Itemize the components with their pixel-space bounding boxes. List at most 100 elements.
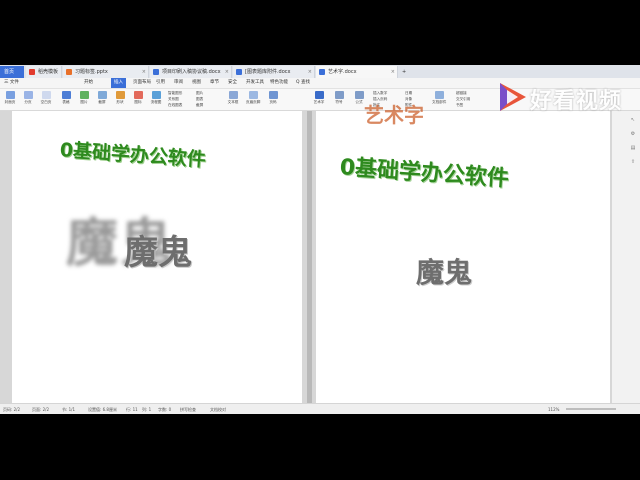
- ribbon-label: 表格: [62, 100, 70, 104]
- tab-doc-2[interactable]: [图表题库附件.docx ×: [233, 66, 315, 78]
- bookmark-icon[interactable]: ▤: [630, 145, 636, 151]
- ribbon-textbox-button[interactable]: 文本框: [226, 91, 240, 108]
- right-clipped-header: 艺术字: [364, 103, 424, 127]
- new-tab-button[interactable]: +: [400, 66, 410, 78]
- menu-home[interactable]: 开始: [84, 78, 93, 88]
- left-document-page[interactable]: 0基础学办公软件 魔鬼 魔鬼: [12, 111, 302, 403]
- ribbon-flowchart-button[interactable]: 流程图: [149, 91, 163, 108]
- ribbon-smartart[interactable]: 智能图形: [168, 91, 182, 96]
- ribbon-picture-small[interactable]: 图片: [196, 91, 203, 96]
- ribbon-screenshot-button[interactable]: 截屏: [95, 91, 109, 108]
- left-wordart-word[interactable]: 魔鬼: [124, 225, 192, 274]
- ribbon-wordart-button[interactable]: 艺术字: [312, 91, 326, 108]
- ribbon-symbol-button[interactable]: 符号: [332, 91, 346, 108]
- menu-search[interactable]: Q 查找: [296, 78, 310, 88]
- ribbon-icon-button[interactable]: 图标: [131, 91, 145, 108]
- ribbon-label: 文档部件: [432, 100, 447, 104]
- close-icon[interactable]: ×: [391, 66, 395, 78]
- ribbon-label: 封面页: [4, 100, 16, 104]
- ribbon-table-button[interactable]: 表格: [59, 91, 73, 108]
- formula-icon: [354, 91, 364, 99]
- tab-label: 习题标签.pptx: [75, 69, 108, 75]
- right-wordart-title[interactable]: 0基础学办公软件: [339, 149, 510, 193]
- ribbon-label: 分页: [24, 100, 32, 104]
- ribbon-label: 页码: [269, 100, 277, 104]
- right-wordart-word[interactable]: 魔鬼: [416, 251, 472, 291]
- ribbon-label: 符号: [335, 100, 343, 104]
- menu-references[interactable]: 引用: [156, 78, 165, 88]
- ribbon-doc-parts-button[interactable]: 文档部件: [432, 91, 446, 108]
- menu-page-layout[interactable]: 页面布局: [133, 78, 151, 88]
- ribbon-page-number-button[interactable]: 页码: [266, 91, 280, 108]
- menu-review[interactable]: 审阅: [174, 78, 183, 88]
- symbol-icon: [334, 91, 344, 99]
- ribbon-blank-page-button[interactable]: 空白页: [39, 91, 53, 108]
- page-break-icon: [23, 91, 33, 99]
- ribbon-header-footer-button[interactable]: 页眉页脚: [246, 91, 260, 108]
- menu-file[interactable]: 三 文件: [4, 78, 19, 88]
- ribbon-picture-button[interactable]: 图片: [77, 91, 91, 108]
- tab-doc-1[interactable]: 项目印刷入稿协议稿.docx ×: [150, 66, 232, 78]
- tab-home-label: 首页: [4, 69, 15, 75]
- close-icon[interactable]: ×: [225, 66, 229, 78]
- zoom-slider[interactable]: [566, 408, 616, 410]
- tab-ppt[interactable]: 习题标签.pptx ×: [63, 66, 149, 78]
- doc-icon: [319, 69, 325, 75]
- share-icon[interactable]: ⇪: [630, 159, 636, 165]
- spell-check-toggle[interactable]: 拼写检查: [180, 404, 196, 414]
- blank-page-icon: [41, 91, 51, 99]
- tab-strip: 首页 稻壳模板 习题标签.pptx × 项目印刷入稿协议稿.docx × [图表题库…: [0, 65, 640, 78]
- doc-icon: [236, 69, 242, 75]
- ribbon-page-break-button[interactable]: 分页: [21, 91, 35, 108]
- close-icon[interactable]: ×: [142, 66, 146, 78]
- ribbon-date[interactable]: 日期: [405, 91, 412, 96]
- screenshot-icon: [97, 91, 107, 99]
- wps-writer-window: 首页 稻壳模板 习题标签.pptx × 项目印刷入稿协议稿.docx × [图表题库…: [0, 65, 640, 414]
- ribbon-insert-number[interactable]: 插入数字: [373, 91, 387, 96]
- zoom-level[interactable]: 112%: [548, 404, 559, 414]
- right-document-page[interactable]: 艺术字 0基础学办公软件 魔鬼: [316, 103, 610, 403]
- doc-icon: [153, 69, 159, 75]
- ribbon-shape-button[interactable]: 形状: [113, 91, 127, 108]
- watermark-text: 好看视频: [530, 89, 623, 114]
- ribbon-hyperlink[interactable]: 超链接: [456, 91, 467, 96]
- gear-icon[interactable]: ⚙: [630, 131, 636, 137]
- right-side-panel: ↖ ⚙ ▤ ⇪: [612, 111, 640, 403]
- document-workspace: 0基础学办公软件 魔鬼 魔鬼 艺术字 0基础学办公软件 魔鬼: [0, 103, 640, 403]
- split-pane-divider[interactable]: [307, 111, 312, 403]
- shape-icon: [115, 91, 125, 99]
- menu-security[interactable]: 安全: [228, 78, 237, 88]
- ribbon-bookmark[interactable]: 书签: [456, 103, 463, 108]
- pointer-icon[interactable]: ↖: [630, 117, 636, 123]
- ribbon-label: 页眉页脚: [246, 100, 261, 104]
- ribbon-chart-small[interactable]: 图表: [196, 97, 203, 102]
- status-col: 列: 1: [142, 407, 152, 412]
- menu-insert[interactable]: 插入: [111, 78, 126, 88]
- haokan-watermark: 好看视频: [496, 79, 626, 115]
- menu-features[interactable]: 特色功能: [270, 78, 288, 88]
- tab-docer[interactable]: 稻壳模板: [26, 66, 62, 78]
- ribbon-screenshot-small[interactable]: 截屏: [196, 103, 203, 108]
- ribbon-label: 流程图: [150, 100, 162, 104]
- tab-doc-active[interactable]: 艺术字.docx ×: [316, 66, 398, 78]
- menu-developer[interactable]: 开发工具: [246, 78, 264, 88]
- haokan-logo-icon: [500, 83, 526, 111]
- left-wordart-title[interactable]: 0基础学办公软件: [59, 135, 207, 172]
- menu-section[interactable]: 章节: [210, 78, 219, 88]
- close-icon[interactable]: ×: [308, 66, 312, 78]
- status-pages: 页面: 2/2: [32, 407, 50, 412]
- tab-label: 艺术字.docx: [328, 69, 357, 75]
- ribbon-cover-page-button[interactable]: 封面页: [3, 91, 17, 108]
- ribbon-cross-ref[interactable]: 交叉引用: [456, 97, 470, 102]
- table-icon: [61, 91, 71, 99]
- tab-home[interactable]: 首页: [0, 66, 24, 78]
- cover-page-icon: [5, 91, 15, 99]
- proofread-toggle[interactable]: 文档校对: [210, 404, 226, 414]
- ribbon-online-chart[interactable]: 在线图表: [168, 103, 182, 108]
- ribbon-label: 截屏: [98, 100, 106, 104]
- flowchart-icon: [151, 91, 161, 99]
- ribbon-relation-chart[interactable]: 关系图: [168, 97, 179, 102]
- letterbox-bottom: [0, 414, 640, 480]
- menu-view[interactable]: 视图: [192, 78, 201, 88]
- ribbon-label: 艺术字: [313, 100, 325, 104]
